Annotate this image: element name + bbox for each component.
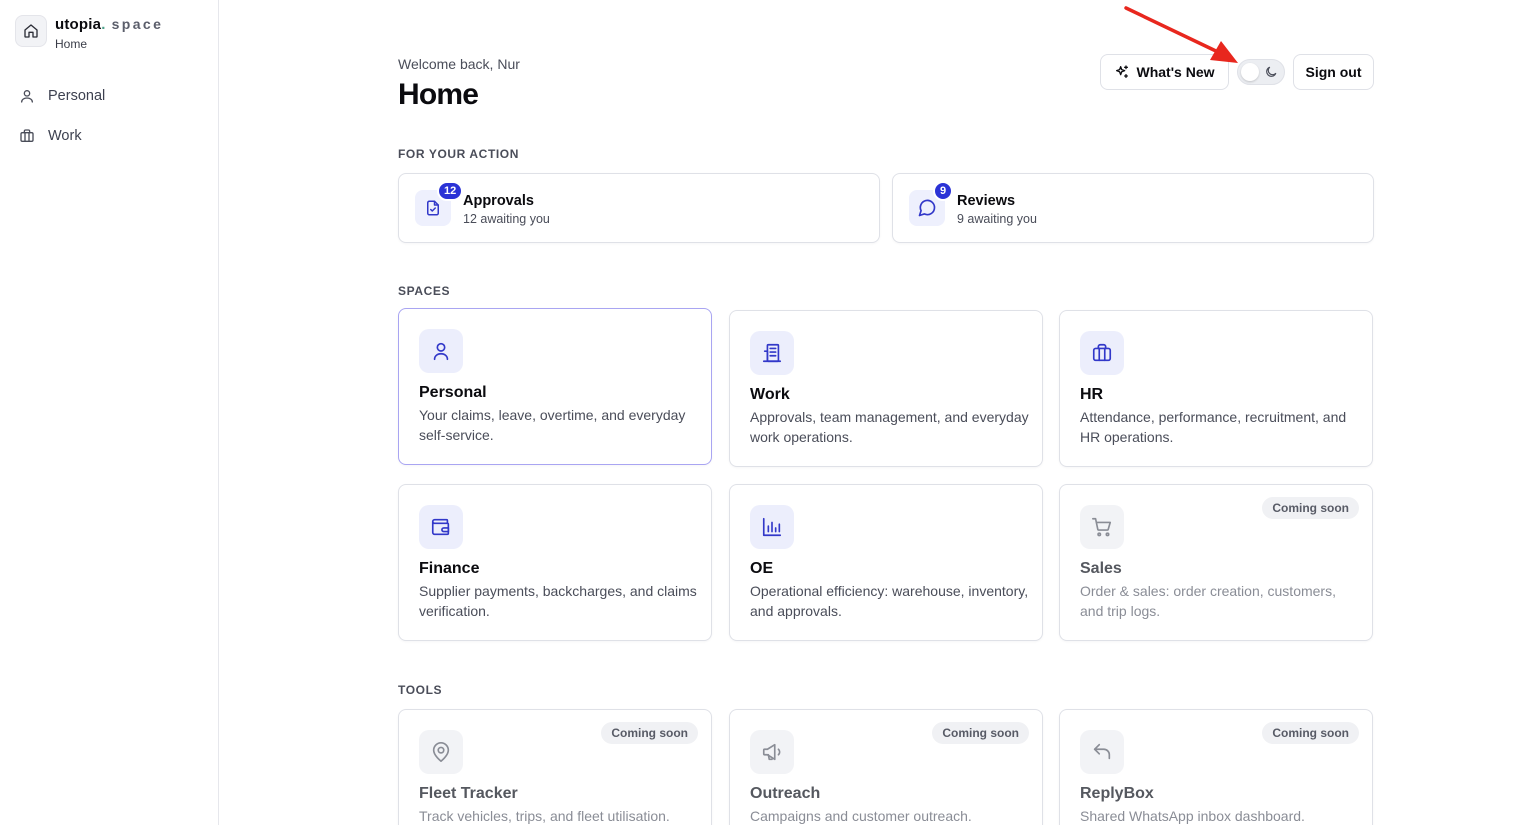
page-title: Home — [398, 78, 479, 111]
user-icon — [419, 329, 463, 373]
map-pin-icon — [419, 730, 463, 774]
tool-card-fleet-tracker: Coming soon Fleet Tracker Track vehicles… — [398, 709, 712, 825]
sparkles-icon — [1116, 65, 1129, 78]
brand-subtitle: Home — [55, 37, 88, 51]
tool-card-title: ReplyBox — [1080, 785, 1154, 802]
tool-card-desc: Campaigns and customer outreach. — [750, 808, 972, 824]
space-card-title: Finance — [419, 560, 480, 577]
tool-card-outreach: Coming soon Outreach Campaigns and custo… — [729, 709, 1043, 825]
approvals-count-badge: 12 — [437, 181, 464, 201]
building-icon — [750, 331, 794, 375]
tool-card-desc: Track vehicles, trips, and fleet utilisa… — [419, 808, 670, 824]
approvals-title: Approvals — [463, 193, 534, 209]
approvals-card[interactable]: 12 Approvals 12 awaiting you — [398, 173, 880, 243]
space-card-sales: Coming soon Sales Order & sales: order c… — [1059, 484, 1373, 641]
space-card-oe[interactable]: OE Operational efficiency: warehouse, in… — [729, 484, 1043, 641]
reviews-subtitle: 9 awaiting you — [957, 212, 1037, 226]
space-card-desc: Attendance, performance, recruitment, an… — [1080, 409, 1347, 445]
user-icon — [21, 90, 33, 103]
space-card-title: Work — [750, 386, 790, 403]
home-icon — [15, 15, 47, 47]
whats-new-label: What's New — [1136, 64, 1215, 80]
tool-card-replybox: Coming soon ReplyBox Shared WhatsApp inb… — [1059, 709, 1373, 825]
space-card-personal[interactable]: Personal Your claims, leave, overtime, a… — [398, 308, 712, 465]
space-card-work[interactable]: Work Approvals, team management, and eve… — [729, 310, 1043, 467]
space-card-desc: Approvals, team management, and everyday… — [750, 409, 1029, 445]
coming-soon-badge: Coming soon — [932, 722, 1029, 744]
cart-icon — [1080, 505, 1124, 549]
welcome-text: Welcome back, Nur — [398, 56, 520, 72]
space-card-title: Sales — [1080, 560, 1122, 577]
space-card-title: HR — [1080, 386, 1104, 403]
section-label-spaces: SPACES — [398, 284, 451, 298]
tool-card-desc: Shared WhatsApp inbox dashboard. — [1080, 808, 1305, 824]
moon-icon — [1266, 66, 1277, 77]
brand[interactable]: utopia. space Home — [15, 15, 163, 51]
section-label-for-action: FOR YOUR ACTION — [398, 147, 520, 161]
space-card-desc: Your claims, leave, overtime, and everyd… — [419, 407, 686, 443]
reviews-card[interactable]: 9 Reviews 9 awaiting you — [892, 173, 1374, 243]
briefcase-icon — [20, 129, 34, 142]
space-card-hr[interactable]: HR Attendance, performance, recruitment,… — [1059, 310, 1373, 467]
reply-icon — [1080, 730, 1124, 774]
sidebar-nav: Personal Work — [0, 76, 219, 156]
space-card-desc: Supplier payments, backcharges, and clai… — [419, 583, 697, 619]
file-check-icon: 12 — [415, 181, 464, 226]
space-card-title: OE — [750, 560, 774, 577]
reviews-title: Reviews — [957, 193, 1016, 209]
coming-soon-badge: Coming soon — [1262, 722, 1359, 744]
whats-new-button[interactable]: What's New — [1100, 54, 1229, 90]
megaphone-icon — [750, 730, 794, 774]
sign-out-button[interactable]: Sign out — [1293, 54, 1374, 90]
sidebar-item-label: Personal — [48, 88, 106, 104]
approvals-subtitle: 12 awaiting you — [463, 212, 550, 226]
message-circle-icon: 9 — [909, 181, 954, 226]
space-card-desc: Order & sales: order creation, customers… — [1080, 583, 1336, 619]
bar-chart-icon — [750, 505, 794, 549]
section-label-tools: TOOLS — [398, 683, 443, 697]
toggle-knob — [1241, 63, 1259, 81]
sidebar-item-personal[interactable]: Personal — [0, 76, 219, 116]
brand-suffix: space — [111, 16, 164, 32]
sidebar-item-work[interactable]: Work — [0, 116, 219, 156]
tool-card-title: Outreach — [750, 785, 821, 802]
brand-dot: . — [101, 16, 106, 33]
sidebar-item-label: Work — [48, 128, 82, 144]
brand-name: utopia. space — [55, 16, 164, 33]
coming-soon-badge: Coming soon — [1262, 497, 1359, 519]
tool-card-title: Fleet Tracker — [419, 785, 518, 802]
wallet-icon — [419, 505, 463, 549]
space-card-title: Personal — [419, 384, 487, 401]
space-card-desc: Operational efficiency: warehouse, inven… — [750, 583, 1029, 619]
briefcase-icon — [1080, 331, 1124, 375]
sidebar: utopia. space Home Personal Work — [0, 0, 219, 825]
reviews-count-badge: 9 — [933, 181, 954, 201]
coming-soon-badge: Coming soon — [601, 722, 698, 744]
theme-toggle[interactable] — [1237, 59, 1285, 85]
space-card-finance[interactable]: Finance Supplier payments, backcharges, … — [398, 484, 712, 641]
